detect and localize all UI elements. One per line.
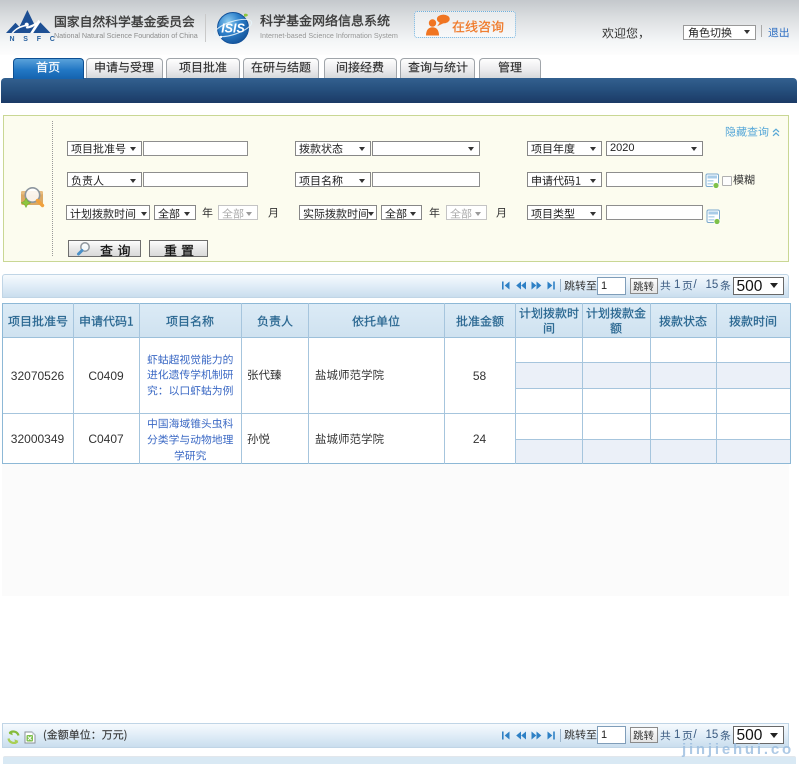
svg-text:ISIS: ISIS bbox=[221, 22, 245, 36]
